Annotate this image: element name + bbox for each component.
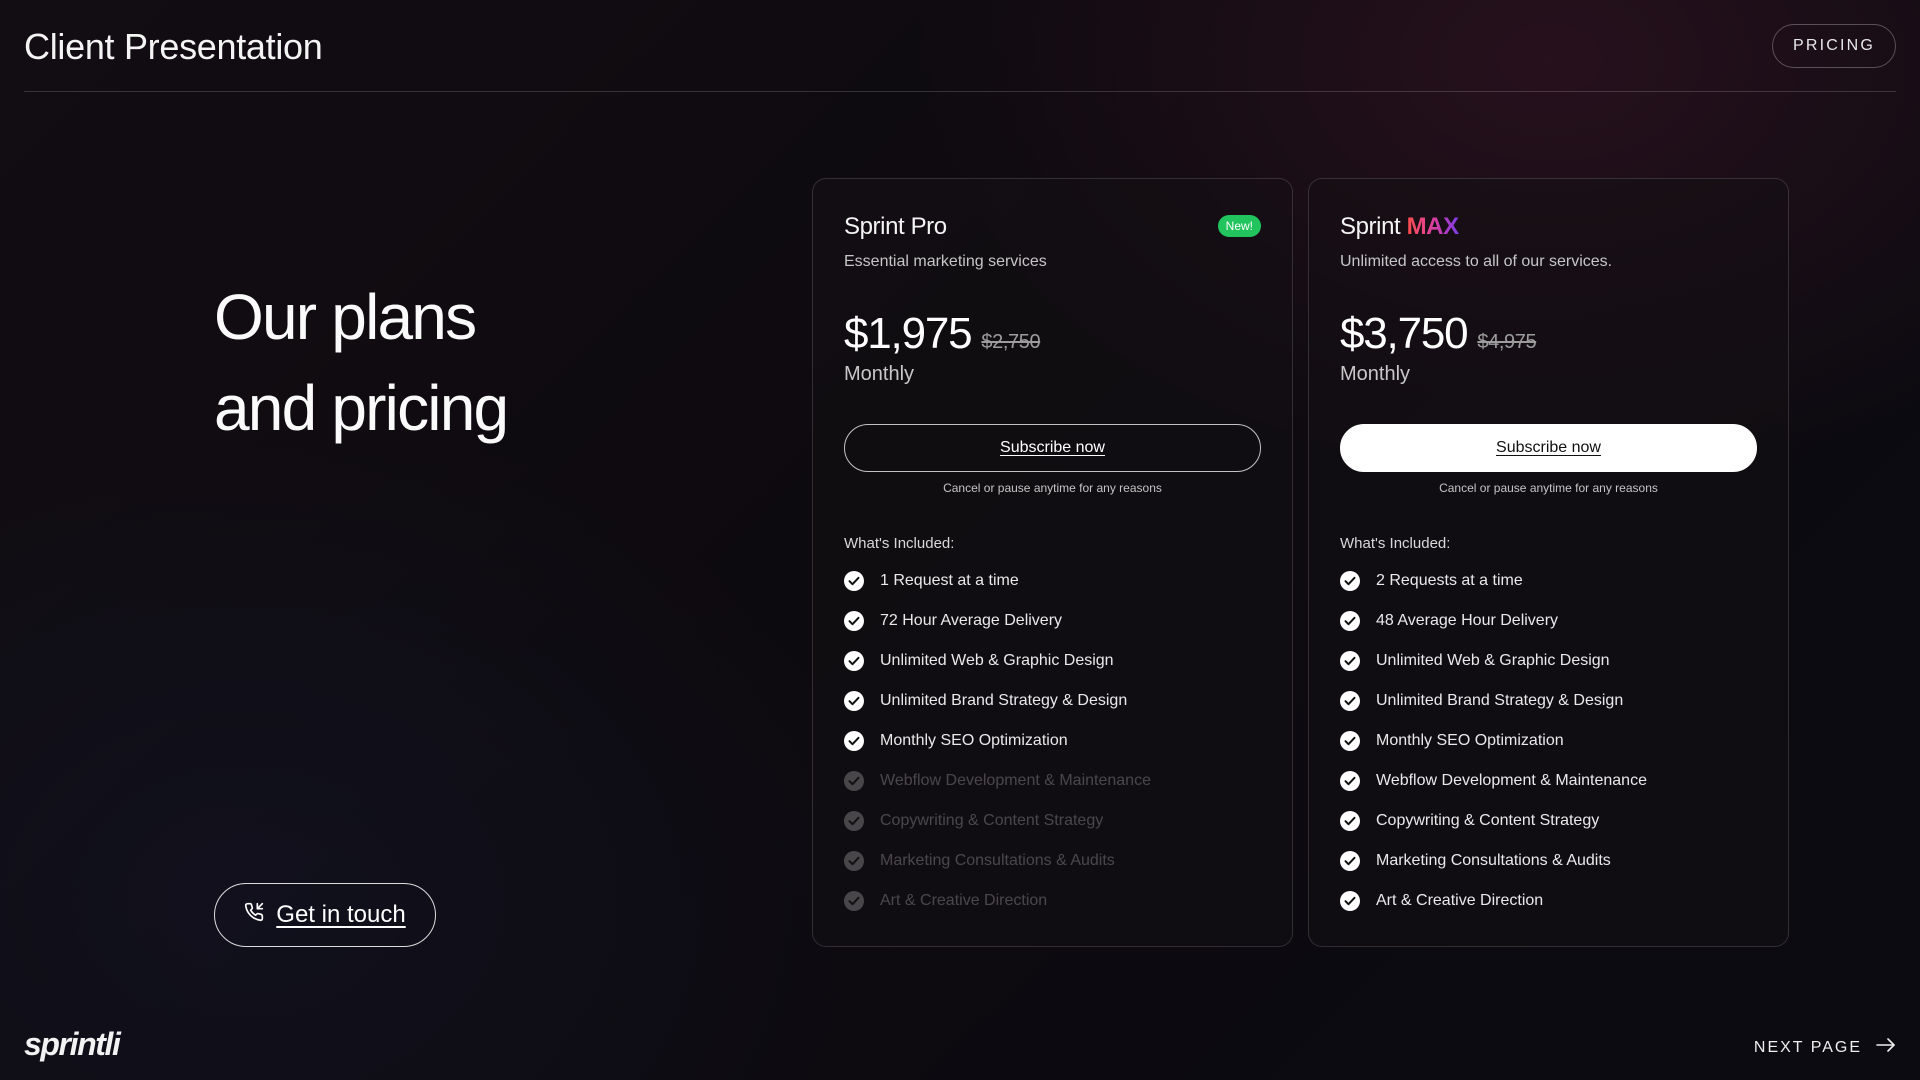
- feature-label: Marketing Consultations & Audits: [1376, 852, 1611, 869]
- feature-label: 1 Request at a time: [880, 572, 1019, 589]
- check-circle-icon: [844, 851, 864, 871]
- feature-label: Unlimited Brand Strategy & Design: [880, 692, 1128, 709]
- hero-heading: Our plans and pricing: [214, 272, 509, 454]
- subscribe-button[interactable]: Subscribe now: [844, 424, 1261, 472]
- get-in-touch-label: Get in touch: [276, 901, 406, 928]
- check-circle-icon: [1340, 571, 1360, 591]
- feature-label: Unlimited Brand Strategy & Design: [1376, 692, 1624, 709]
- check-circle-icon: [1340, 851, 1360, 871]
- feature-item: Unlimited Brand Strategy & Design: [1340, 681, 1757, 721]
- check-circle-icon: [844, 691, 864, 711]
- feature-item: Marketing Consultations & Audits: [844, 841, 1261, 881]
- plan-name: Sprint Pro: [844, 213, 947, 240]
- feature-label: 72 Hour Average Delivery: [880, 612, 1063, 629]
- cancel-note: Cancel or pause anytime for any reasons: [943, 481, 1162, 495]
- feature-item: Webflow Development & Maintenance: [844, 761, 1261, 801]
- feature-label: Webflow Development & Maintenance: [880, 772, 1151, 789]
- feature-item: 72 Hour Average Delivery: [844, 601, 1261, 641]
- check-circle-icon: [1340, 731, 1360, 751]
- check-circle-icon: [1340, 811, 1360, 831]
- plan-price: $3,750: [1340, 309, 1469, 358]
- check-circle-icon: [1340, 651, 1360, 671]
- included-title: What's Included:: [1340, 535, 1451, 552]
- pricing-nav-button[interactable]: PRICING: [1772, 24, 1896, 68]
- sprintli-logo[interactable]: sprintli: [24, 1026, 121, 1063]
- feature-label: Monthly SEO Optimization: [1376, 732, 1564, 749]
- plan-old-price: $4,975: [1477, 331, 1537, 353]
- plan-period: Monthly: [844, 363, 915, 385]
- feature-item: 2 Requests at a time: [1340, 561, 1757, 601]
- feature-item: Copywriting & Content Strategy: [844, 801, 1261, 841]
- next-page-button[interactable]: NEXT PAGE: [1754, 1038, 1896, 1057]
- feature-item: Marketing Consultations & Audits: [1340, 841, 1757, 881]
- feature-label: Copywriting & Content Strategy: [880, 812, 1104, 829]
- hero-line-1: Our plans: [214, 281, 477, 353]
- feature-item: Copywriting & Content Strategy: [1340, 801, 1757, 841]
- feature-list: 2 Requests at a time 48 Average Hour Deli…: [1340, 561, 1757, 921]
- feature-item: 1 Request at a time: [844, 561, 1261, 601]
- plan-price: $1,975: [844, 309, 973, 358]
- feature-item: Monthly SEO Optimization: [844, 721, 1261, 761]
- feature-label: Art & Creative Direction: [1376, 892, 1544, 909]
- feature-item: Unlimited Web & Graphic Design: [1340, 641, 1757, 681]
- feature-label: Art & Creative Direction: [880, 892, 1048, 909]
- check-circle-icon: [1340, 611, 1360, 631]
- feature-label: 48 Average Hour Delivery: [1376, 612, 1559, 629]
- get-in-touch-button[interactable]: Get in touch: [214, 883, 436, 947]
- subscribe-button[interactable]: Subscribe now: [1340, 424, 1757, 472]
- plan-card-sprint-pro: Sprint Pro New! Essential marketing serv…: [812, 178, 1293, 947]
- feature-label: Unlimited Web & Graphic Design: [880, 652, 1114, 669]
- plan-description: Unlimited access to all of our services.: [1340, 253, 1613, 270]
- feature-label: Marketing Consultations & Audits: [880, 852, 1115, 869]
- price-row: $1,975 $2,750: [844, 309, 1041, 359]
- feature-label: 2 Requests at a time: [1376, 572, 1523, 589]
- hero-line-2: and pricing: [214, 372, 509, 444]
- new-badge: New!: [1217, 215, 1261, 237]
- plan-card-sprint-max: Sprint MAX Unlimited access to all of ou…: [1308, 178, 1789, 947]
- check-circle-icon: [844, 611, 864, 631]
- check-circle-icon: [1340, 891, 1360, 911]
- feature-item: Monthly SEO Optimization: [1340, 721, 1757, 761]
- plan-description: Essential marketing services: [844, 253, 1047, 270]
- header: Client Presentation PRICING: [24, 0, 1896, 92]
- check-circle-icon: [844, 571, 864, 591]
- check-circle-icon: [844, 811, 864, 831]
- feature-label: Monthly SEO Optimization: [880, 732, 1068, 749]
- check-circle-icon: [844, 771, 864, 791]
- feature-item: Unlimited Web & Graphic Design: [844, 641, 1261, 681]
- check-circle-icon: [844, 651, 864, 671]
- feature-item: Webflow Development & Maintenance: [1340, 761, 1757, 801]
- plan-name-prefix: Sprint: [1340, 213, 1401, 240]
- feature-list: 1 Request at a time 72 Hour Average Deliv…: [844, 561, 1261, 921]
- check-circle-icon: [1340, 771, 1360, 791]
- included-title: What's Included:: [844, 535, 955, 552]
- check-circle-icon: [1340, 691, 1360, 711]
- feature-item: Art & Creative Direction: [1340, 881, 1757, 921]
- check-circle-icon: [844, 891, 864, 911]
- plan-name-accent: MAX: [1406, 213, 1460, 240]
- check-circle-icon: [844, 731, 864, 751]
- cancel-note: Cancel or pause anytime for any reasons: [1439, 481, 1658, 495]
- page-title: Client Presentation: [24, 26, 323, 67]
- feature-item: Art & Creative Direction: [844, 881, 1261, 921]
- feature-label: Copywriting & Content Strategy: [1376, 812, 1600, 829]
- plan-period: Monthly: [1340, 363, 1411, 385]
- phone-icon: [244, 901, 264, 929]
- feature-item: Unlimited Brand Strategy & Design: [844, 681, 1261, 721]
- feature-item: 48 Average Hour Delivery: [1340, 601, 1757, 641]
- feature-label: Webflow Development & Maintenance: [1376, 772, 1647, 789]
- plan-name: Sprint MAX: [1340, 213, 1459, 241]
- feature-label: Unlimited Web & Graphic Design: [1376, 652, 1610, 669]
- arrow-right-icon: [1876, 1038, 1896, 1057]
- next-page-label: NEXT PAGE: [1753, 1038, 1862, 1056]
- price-row: $3,750 $4,975: [1340, 309, 1537, 359]
- plan-old-price: $2,750: [981, 331, 1041, 353]
